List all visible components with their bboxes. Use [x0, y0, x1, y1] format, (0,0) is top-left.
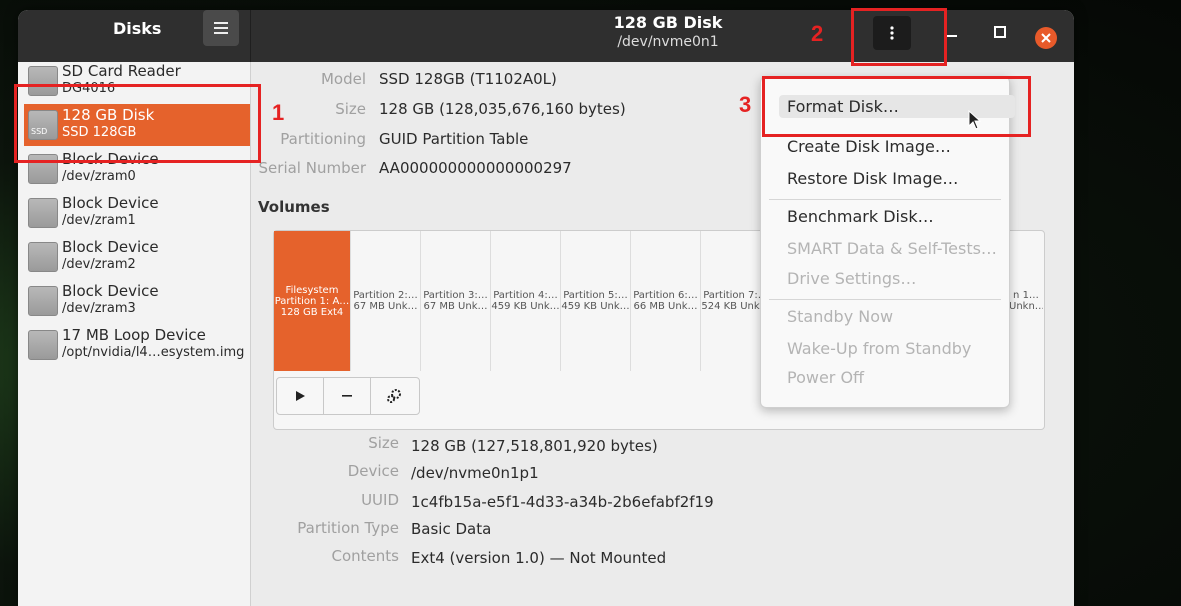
close-button[interactable] — [1035, 27, 1057, 49]
partition-line3: 67 MB Unk… — [423, 301, 488, 312]
menu-item-power-off[interactable]: Power Off — [787, 368, 864, 387]
partition-line2: Partition 6:… — [633, 290, 698, 301]
partition-block-4[interactable]: Partition 4:… 459 KB Unk… — [491, 231, 561, 371]
minus-icon — [342, 395, 352, 397]
partition-block-3[interactable]: Partition 3:… 67 MB Unk… — [421, 231, 491, 371]
volume-size-label: Size — [368, 434, 399, 452]
partition-line3: Unkn… — [1009, 301, 1043, 312]
model-value: SSD 128GB (T1102A0L) — [379, 70, 557, 88]
hamburger-menu-icon — [214, 22, 228, 34]
partition-type-label: Partition Type — [297, 519, 399, 537]
volume-toolbar — [276, 377, 420, 415]
sidebar-item-zram3[interactable]: Block Device /dev/zram3 — [24, 280, 250, 322]
device-subtitle: /dev/zram1 — [62, 213, 136, 228]
headerbar-sidebar-section: Disks — [18, 10, 251, 62]
menu-item-wake-up[interactable]: Wake-Up from Standby — [787, 339, 971, 358]
device-name: 17 MB Loop Device — [62, 326, 206, 344]
device-value: /dev/nvme0n1p1 — [411, 464, 539, 482]
device-subtitle: /dev/zram2 — [62, 257, 136, 272]
maximize-button[interactable] — [992, 24, 1008, 40]
partition-options-button[interactable] — [371, 378, 417, 414]
mount-button[interactable] — [277, 378, 324, 414]
partition-block-1[interactable]: Filesystem Partition 1: A… 128 GB Ext4 — [274, 231, 351, 371]
uuid-value: 1c4fb15a-e5f1-4d33-a34b-2b6efabf2f19 — [411, 493, 714, 511]
partition-line2: Partition 3:… — [423, 290, 488, 301]
partition-line2: n 1… — [1013, 290, 1039, 301]
device-subtitle: /dev/zram3 — [62, 301, 136, 316]
menu-item-drive-settings[interactable]: Drive Settings… — [787, 269, 916, 288]
close-icon — [1041, 33, 1051, 43]
sidebar-item-loop-device[interactable]: 17 MB Loop Device /opt/nvidia/l4…esystem… — [24, 324, 250, 366]
partition-line3: 67 MB Unk… — [353, 301, 418, 312]
volumes-heading: Volumes — [258, 198, 330, 216]
partitioning-value: GUID Partition Table — [379, 130, 529, 148]
partition-line2: Partition 2:… — [353, 290, 418, 301]
annotation-box-1 — [14, 84, 261, 163]
menu-item-create-disk-image[interactable]: Create Disk Image… — [787, 137, 951, 156]
sidebar-item-zram1[interactable]: Block Device /dev/zram1 — [24, 192, 250, 234]
window-subtitle: /dev/nvme0n1 — [617, 34, 719, 50]
window-title: 128 GB Disk — [613, 13, 723, 32]
drive-icon — [28, 286, 58, 316]
maximize-icon — [994, 26, 1006, 38]
partition-line3: 66 MB Unk… — [633, 301, 698, 312]
partition-block-5[interactable]: Partition 5:… 459 KB Unk… — [561, 231, 631, 371]
serial-value: AA000000000000000297 — [379, 159, 572, 177]
annotation-box-2 — [851, 8, 947, 66]
partition-type-value: Basic Data — [411, 520, 492, 538]
partition-line3: 128 GB Ext4 — [280, 306, 344, 318]
device-name: SD Card Reader — [62, 62, 181, 80]
device-subtitle: /dev/zram0 — [62, 169, 136, 184]
annotation-number-3: 3 — [739, 92, 752, 117]
device-name: Block Device — [62, 238, 159, 256]
menu-item-standby-now[interactable]: Standby Now — [787, 307, 893, 326]
uuid-label: UUID — [361, 491, 399, 509]
partition-line3: 459 KB Unk… — [491, 301, 560, 312]
partition-block-2[interactable]: Partition 2:… 67 MB Unk… — [351, 231, 421, 371]
menu-item-smart-data[interactable]: SMART Data & Self-Tests… — [787, 239, 997, 258]
drive-icon — [28, 242, 58, 272]
app-menu-button[interactable] — [203, 10, 239, 46]
sidebar-item-zram2[interactable]: Block Device /dev/zram2 — [24, 236, 250, 278]
delete-partition-button[interactable] — [324, 378, 371, 414]
partition-block-6[interactable]: Partition 6:… 66 MB Unk… — [631, 231, 701, 371]
menu-separator — [769, 199, 1001, 200]
device-subtitle: /opt/nvidia/l4…esystem.img — [62, 345, 245, 360]
device-name: Block Device — [62, 282, 159, 300]
partition-line3: 459 KB Unk… — [561, 301, 630, 312]
drive-icon — [28, 198, 58, 228]
partition-line2: Partition 1: A… — [274, 295, 350, 307]
partition-line2: Partition 4:… — [493, 290, 558, 301]
gears-icon — [387, 389, 401, 403]
partition-block-last[interactable]: n 1… Unkn… — [1009, 231, 1043, 371]
menu-item-benchmark-disk[interactable]: Benchmark Disk… — [787, 207, 934, 226]
contents-value: Ext4 (version 1.0) — Not Mounted — [411, 549, 667, 567]
contents-label: Contents — [331, 547, 399, 565]
volume-size-value: 128 GB (127,518,801,920 bytes) — [411, 437, 658, 455]
device-label: Device — [347, 462, 399, 480]
device-name: Block Device — [62, 194, 159, 212]
menu-separator — [769, 299, 1001, 300]
app-title: Disks — [113, 19, 162, 38]
annotation-number-1: 1 — [272, 100, 285, 125]
annotation-box-3 — [762, 76, 1031, 137]
partition-line1: Filesystem — [285, 284, 339, 296]
play-icon — [296, 391, 305, 401]
partition-line2: Partition 5:… — [563, 290, 628, 301]
drive-icon — [28, 330, 58, 360]
menu-item-restore-disk-image[interactable]: Restore Disk Image… — [787, 169, 958, 188]
annotation-number-2: 2 — [811, 21, 824, 46]
size-value: 128 GB (128,035,676,160 bytes) — [379, 100, 626, 118]
